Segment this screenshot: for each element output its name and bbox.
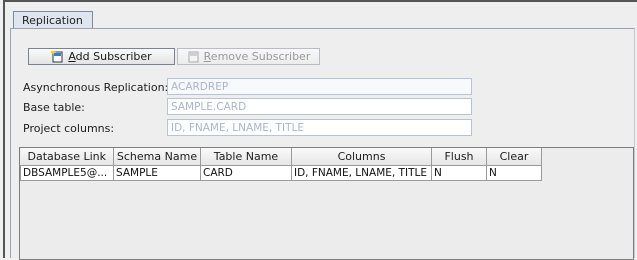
cell-clear[interactable]: N [486, 165, 542, 181]
add-subscriber-label: Add Subscriber [68, 50, 152, 63]
project-columns-field[interactable]: ID, FNAME, LNAME, TITLE [167, 119, 472, 136]
column-header-database-link[interactable]: Database Link [20, 148, 114, 166]
add-subscriber-button[interactable]: Add Subscriber [28, 48, 175, 65]
remove-subscriber-button[interactable]: Remove Subscriber [177, 48, 320, 65]
subscribers-grid: Database Link Schema Name Table Name Col… [20, 148, 542, 181]
column-header-schema-name[interactable]: Schema Name [113, 148, 201, 166]
remove-subscriber-icon [187, 51, 200, 63]
cell-columns[interactable]: ID, FNAME, LNAME, TITLE [291, 165, 432, 181]
column-header-columns[interactable]: Columns [291, 148, 432, 166]
cell-schema-name[interactable]: SAMPLE [113, 165, 201, 181]
base-table-field[interactable]: SAMPLE.CARD [167, 98, 472, 115]
async-replication-field[interactable]: ACARDREP [167, 78, 472, 95]
cell-flush[interactable]: N [431, 165, 487, 181]
column-header-table-name[interactable]: Table Name [200, 148, 292, 166]
column-header-clear[interactable]: Clear [486, 148, 542, 166]
tab-strip: Replication [5, 2, 637, 30]
cell-table-name[interactable]: CARD [200, 165, 292, 181]
replication-panel: Add Subscriber Remove Subscriber Asynchr… [10, 28, 635, 260]
remove-subscriber-label: Remove Subscriber [203, 50, 311, 63]
cell-database-link[interactable]: DBSAMPLE5@... [20, 165, 114, 181]
column-header-flush[interactable]: Flush [431, 148, 487, 166]
subscribers-table: Database Link Schema Name Table Name Col… [19, 147, 634, 260]
add-subscriber-icon [51, 50, 64, 63]
table-header-row: Database Link Schema Name Table Name Col… [20, 148, 542, 166]
window-left-border [3, 0, 5, 258]
table-row[interactable]: DBSAMPLE5@... SAMPLE CARD ID, FNAME, LNA… [20, 165, 542, 181]
async-replication-label: Asynchronous Replication: [23, 81, 169, 94]
project-columns-label: Project columns: [23, 122, 115, 135]
base-table-label: Base table: [23, 101, 85, 114]
